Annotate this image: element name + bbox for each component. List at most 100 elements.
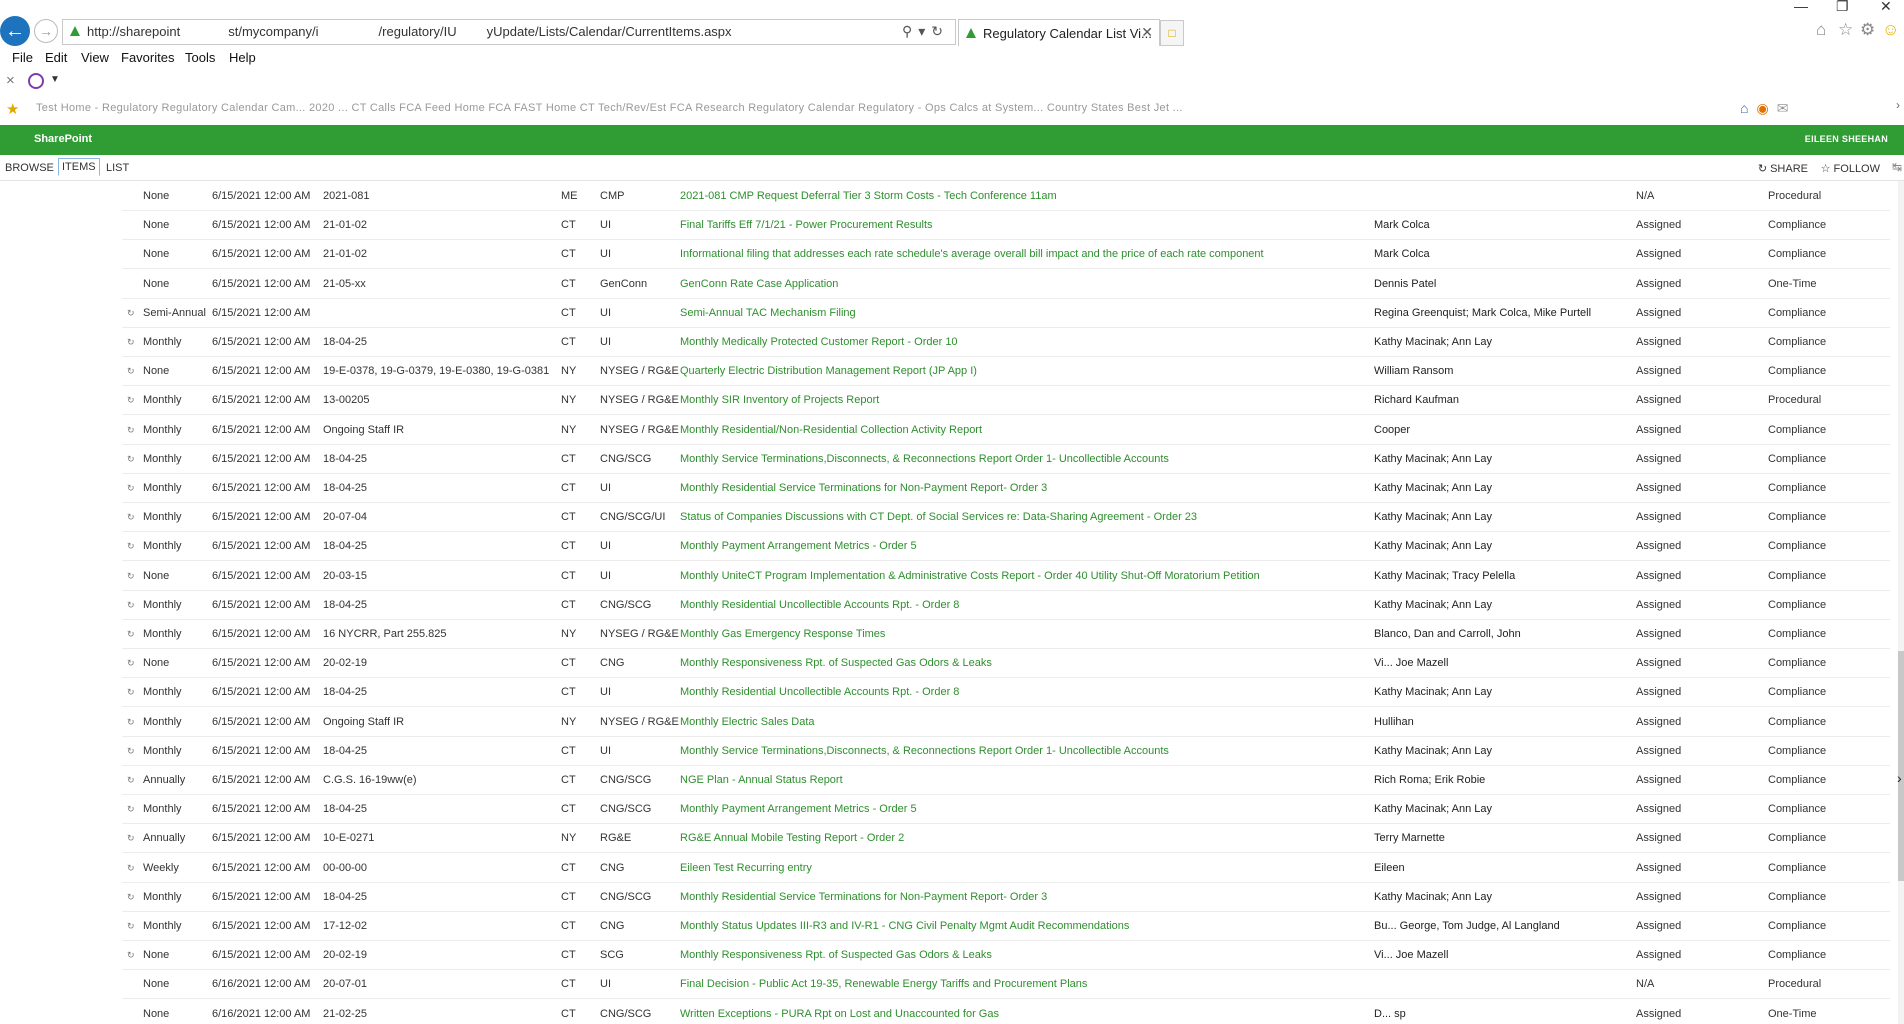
title-link[interactable]: Eileen Test Recurring entry (680, 862, 812, 874)
table-row[interactable]: None 6/15/2021 12:00 AM 21-05-xx CT GenConn G… (122, 269, 1890, 299)
tab-regulatory-calendar[interactable]: Regulatory Calendar List Vi... ✕ (958, 19, 1160, 46)
close-window-icon[interactable]: ✕ (1880, 0, 1892, 15)
title-link[interactable]: Semi-Annual TAC Mechanism Filing (680, 307, 856, 319)
menu-tools[interactable]: Tools (185, 50, 215, 65)
tab-list[interactable]: LIST (103, 160, 132, 176)
title-link[interactable]: GenConn Rate Case Application (680, 278, 838, 290)
title-link[interactable]: Monthly Gas Emergency Response Times (680, 628, 885, 640)
menu-favorites[interactable]: Favorites (121, 50, 174, 65)
menu-view[interactable]: View (81, 50, 109, 65)
title-link[interactable]: Monthly Payment Arrangement Metrics - Or… (680, 540, 917, 552)
table-row[interactable]: ↻ Annually 6/15/2021 12:00 AM 10-E-0271 NY RG… (122, 823, 1890, 854)
title-link[interactable]: NGE Plan - Annual Status Report (680, 774, 843, 786)
title-link[interactable]: Quarterly Electric Distribution Manageme… (680, 365, 977, 377)
table-row[interactable]: None 6/15/2021 12:00 AM 21-01-02 CT UI Inform… (122, 239, 1890, 270)
title-link[interactable]: Monthly Residential Service Terminations… (680, 891, 1047, 903)
title-link[interactable]: RG&E Annual Mobile Testing Report - Orde… (680, 832, 904, 844)
feedback-smiley-icon[interactable]: ☺ (1882, 20, 1899, 40)
new-tab-button[interactable]: □ (1160, 20, 1184, 46)
table-row[interactable]: None 6/15/2021 12:00 AM 21-01-02 CT UI Final … (122, 210, 1890, 241)
settings-gear-icon[interactable]: ⚙ (1860, 20, 1875, 40)
title-link[interactable]: Monthly Electric Sales Data (680, 716, 815, 728)
title-link[interactable]: Status of Companies Discussions with CT … (680, 511, 1197, 523)
table-row[interactable]: ↻ Monthly 6/15/2021 12:00 AM Ongoing Staff … (122, 707, 1890, 737)
search-icon[interactable]: ⚲ (902, 23, 918, 39)
share-button[interactable]: ↻ SHARE (1758, 162, 1808, 175)
table-row[interactable]: ↻ None 6/15/2021 12:00 AM 20-02-19 CT SCG Mont… (122, 940, 1890, 971)
table-row[interactable]: ↻ Monthly 6/15/2021 12:00 AM 18-04-25 CT UI Mo… (122, 531, 1890, 562)
table-row[interactable]: ↻ None 6/15/2021 12:00 AM 20-03-15 CT UI Month… (122, 561, 1890, 591)
favorites-links[interactable]: Test Home - Regulatory Regulatory Calend… (36, 102, 1183, 114)
title-link[interactable]: Monthly Residential Uncollectible Accoun… (680, 599, 959, 611)
sharepoint-brand[interactable]: SharePoint (34, 133, 92, 145)
rss-feed-icon[interactable]: ◉ (1756, 100, 1776, 116)
title-link[interactable]: Final Decision - Public Act 19-35, Renew… (680, 978, 1087, 990)
table-row[interactable]: ↻ Monthly 6/15/2021 12:00 AM 18-04-25 CT UI Mo… (122, 736, 1890, 766)
restore-icon[interactable]: ❐ (1836, 0, 1849, 15)
menu-help[interactable]: Help (229, 50, 256, 65)
menu-file[interactable]: File (12, 50, 33, 65)
table-row[interactable]: ↻ Weekly 6/15/2021 12:00 AM 00-00-00 CT CNG Ei… (122, 853, 1890, 883)
mail-icon[interactable]: ✉ (1777, 100, 1797, 116)
table-row[interactable]: ↻ Monthly 6/15/2021 12:00 AM 18-04-25 CT CNG/… (122, 794, 1890, 825)
table-row[interactable]: ↻ Monthly 6/15/2021 12:00 AM 16 NYCRR, Part… (122, 619, 1890, 649)
title-link[interactable]: Monthly Responsiveness Rpt. of Suspected… (680, 949, 992, 961)
tab-items[interactable]: ITEMS (58, 158, 100, 176)
table-row[interactable]: None 6/16/2021 12:00 AM 20-07-01 CT UI Final … (122, 969, 1890, 1000)
title-link[interactable]: Monthly Payment Arrangement Metrics - Or… (680, 803, 917, 815)
title-link[interactable]: 2021-081 CMP Request Deferral Tier 3 Sto… (680, 190, 1057, 202)
close-toolbar-icon[interactable]: × (6, 72, 15, 89)
title-link[interactable]: Final Tariffs Eff 7/1/21 - Power Procure… (680, 219, 933, 231)
address-bar[interactable]: http://sharepoint st/mycompany/i/regulato… (62, 19, 956, 45)
title-link[interactable]: Written Exceptions - PURA Rpt on Lost an… (680, 1008, 999, 1020)
favorites-star-icon[interactable]: ☆ (1838, 20, 1853, 40)
title-link[interactable]: Monthly Status Updates III-R3 and IV-R1 … (680, 920, 1129, 932)
home-page-icon[interactable]: ⌂ (1740, 100, 1756, 116)
forward-button[interactable]: → (34, 19, 58, 43)
follow-button[interactable]: ☆ FOLLOW (1821, 162, 1880, 175)
title-link[interactable]: Monthly Medically Protected Customer Rep… (680, 336, 958, 348)
title-link[interactable]: Monthly Residential Uncollectible Accoun… (680, 686, 959, 698)
title-link[interactable]: Monthly Service Terminations,Disconnects… (680, 453, 1169, 465)
table-row[interactable]: ↻ Monthly 6/15/2021 12:00 AM 18-04-25 CT UI Mo… (122, 327, 1890, 357)
table-row[interactable]: ↻ Annually 6/15/2021 12:00 AM C.G.S. 16-19w… (122, 765, 1890, 795)
favorites-star-icon[interactable]: ★ (6, 100, 19, 118)
table-row[interactable]: None 6/16/2021 12:00 AM 21-02-25 CT CNG/SCG W… (122, 999, 1890, 1024)
title-link[interactable]: Monthly Residential/Non-Residential Coll… (680, 424, 982, 436)
tab-browse[interactable]: BROWSE (2, 160, 57, 176)
title-link[interactable]: Monthly SIR Inventory of Projects Report (680, 394, 879, 406)
back-button[interactable]: ← (0, 16, 30, 46)
table-row[interactable]: ↻ Monthly 6/15/2021 12:00 AM Ongoing Staff … (122, 415, 1890, 445)
title-link[interactable]: Informational filing that addresses each… (680, 248, 1264, 260)
table-row[interactable]: ↻ None 6/15/2021 12:00 AM 19-E-0378, 19-G-0… (122, 356, 1890, 387)
refresh-icon[interactable]: ↻ (931, 23, 949, 39)
focus-content-icon[interactable]: ↹ (1892, 160, 1902, 174)
vertical-scrollbar[interactable] (1898, 181, 1904, 1024)
table-row[interactable]: ↻ Monthly 6/15/2021 12:00 AM 17-12-02 CT CNG M… (122, 911, 1890, 941)
minimize-icon[interactable]: — (1794, 0, 1808, 14)
close-tab-icon[interactable]: ✕ (1141, 24, 1153, 41)
address-url[interactable]: http://sharepoint st/mycompany/i/regulato… (87, 24, 732, 39)
scrollbar-thumb[interactable] (1898, 651, 1904, 881)
table-row[interactable]: ↻ None 6/15/2021 12:00 AM 20-02-19 CT CNG Mont… (122, 648, 1890, 679)
table-row[interactable]: ↻ Monthly 6/15/2021 12:00 AM 18-04-25 CT UI Mo… (122, 473, 1890, 503)
table-row[interactable]: ↻ Monthly 6/15/2021 12:00 AM 18-04-25 CT CNG/… (122, 444, 1890, 474)
title-link[interactable]: Monthly Service Terminations,Disconnects… (680, 745, 1169, 757)
addon-dropdown-icon[interactable]: ▼ (50, 74, 60, 85)
dropdown-icon[interactable]: ▾ (918, 23, 931, 39)
table-row[interactable]: ↻ Monthly 6/15/2021 12:00 AM 18-04-25 CT CNG/… (122, 590, 1890, 620)
table-row[interactable]: ↻ Monthly 6/15/2021 12:00 AM 20-07-04 CT CNG/… (122, 502, 1890, 533)
user-name[interactable]: EILEEN SHEEHAN (1805, 134, 1888, 144)
title-link[interactable]: Monthly UniteCT Program Implementation &… (680, 570, 1260, 582)
menu-edit[interactable]: Edit (45, 50, 67, 65)
address-tools[interactable]: ⚲▾↻ (902, 23, 949, 40)
home-icon[interactable]: ⌂ (1816, 20, 1826, 40)
table-row[interactable]: ↻ Monthly 6/15/2021 12:00 AM 13-00205 NY NYSE… (122, 385, 1890, 416)
title-link[interactable]: Monthly Residential Service Terminations… (680, 482, 1047, 494)
table-row[interactable]: ↻ Semi-Annual 6/15/2021 12:00 AM CT UI Semi-A… (122, 298, 1890, 328)
favorites-overflow-icon[interactable]: › (1896, 98, 1900, 112)
table-row[interactable]: None 6/15/2021 12:00 AM 2021-081 ME CMP 2021-… (122, 181, 1890, 211)
table-row[interactable]: ↻ Monthly 6/15/2021 12:00 AM 18-04-25 CT CNG/… (122, 882, 1890, 912)
addon-icon[interactable] (28, 73, 44, 89)
table-row[interactable]: ↻ Monthly 6/15/2021 12:00 AM 18-04-25 CT UI Mo… (122, 677, 1890, 708)
